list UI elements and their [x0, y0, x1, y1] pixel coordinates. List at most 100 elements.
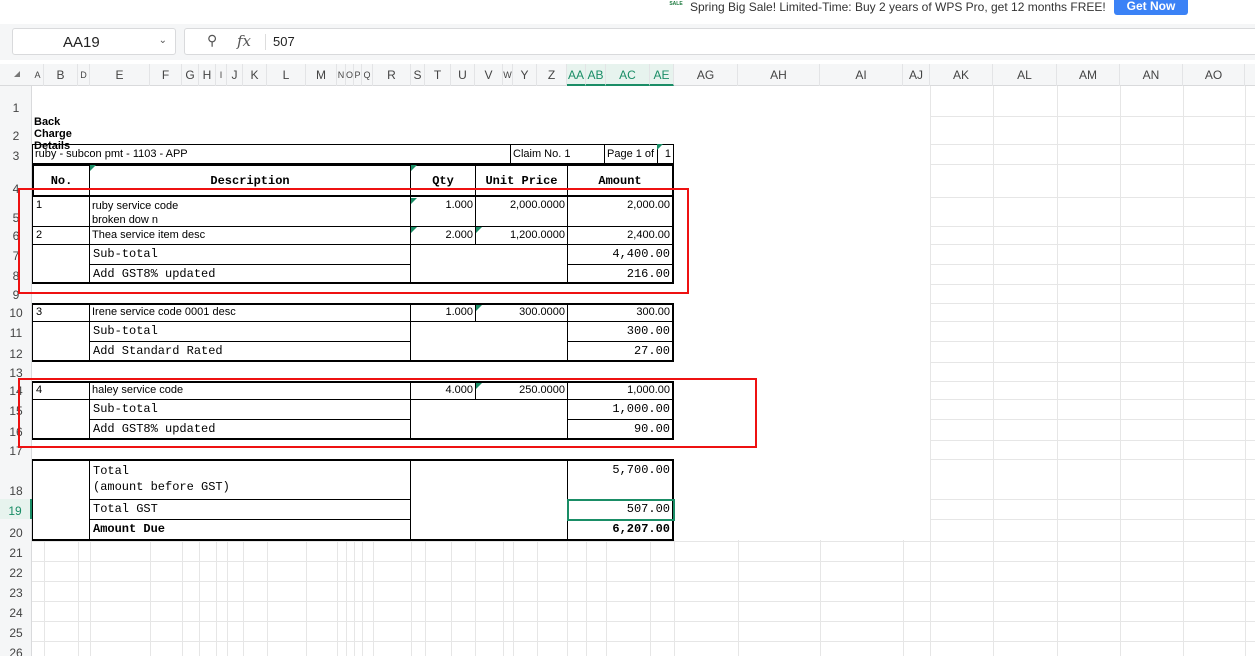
column-header-o[interactable]: O	[346, 64, 354, 86]
highlight-box	[18, 378, 757, 448]
row-header-1[interactable]: 1	[0, 86, 32, 116]
column-header-ab[interactable]: AB	[586, 64, 606, 86]
blank-cell[interactable]	[410, 321, 568, 362]
column-header-r[interactable]: R	[373, 64, 411, 86]
column-header-i[interactable]: I	[216, 64, 227, 86]
tax-amount[interactable]: 27.00	[567, 341, 674, 362]
column-header-f[interactable]: F	[150, 64, 182, 86]
fx-icon[interactable]: fx	[237, 32, 251, 50]
project-cell[interactable]: ruby - subcon pmt - 1103 - APP	[32, 144, 511, 164]
row-header-24[interactable]: 24	[0, 601, 32, 621]
column-gridline	[1057, 86, 1058, 656]
column-header-t[interactable]: T	[425, 64, 451, 86]
row-header-21[interactable]: 21	[0, 541, 32, 561]
promo-text: Spring Big Sale! Limited-Time: Buy 2 yea…	[690, 0, 1106, 14]
total-label-line2: (amount before GST)	[93, 480, 230, 494]
comment-marker	[411, 165, 417, 171]
active-cell-cursor[interactable]	[567, 499, 675, 521]
row-header-23[interactable]: 23	[0, 581, 32, 601]
tax-label[interactable]: Add Standard Rated	[89, 341, 411, 362]
column-header-ai[interactable]: AI	[820, 64, 903, 86]
column-header-ac[interactable]: AC	[606, 64, 650, 86]
column-header-l[interactable]: L	[267, 64, 306, 86]
row-header-11[interactable]: 11	[0, 321, 32, 341]
subtotal-label[interactable]: Sub-total	[89, 321, 411, 342]
column-header-s[interactable]: S	[411, 64, 425, 86]
column-header-ae[interactable]: AE	[650, 64, 674, 86]
column-gridline	[1120, 86, 1121, 656]
name-box[interactable]: AA19 ⌄	[12, 28, 176, 55]
column-gridline	[1183, 86, 1184, 656]
row-header-bar: 1 2 3 4 5 6 7 8 9 10 11 12 13 14 15 16 17 18 19 20 21 22 23 24 2…	[0, 86, 32, 656]
total-gst-label[interactable]: Total GST	[89, 499, 411, 520]
blank-cell[interactable]	[32, 321, 90, 362]
column-header-ah[interactable]: AH	[738, 64, 820, 86]
divider	[265, 34, 266, 50]
zoom-icon[interactable]: ⚲	[207, 32, 217, 49]
row-header-26[interactable]: 26	[0, 641, 32, 656]
item-description[interactable]: Irene service code 0001 desc	[89, 303, 411, 322]
column-header-q[interactable]: Q	[362, 64, 373, 86]
comment-marker	[90, 165, 96, 171]
row-header-20[interactable]: 20	[0, 519, 32, 541]
row-header-22[interactable]: 22	[0, 561, 32, 581]
formula-input-area[interactable]: ⚲ fx 507	[184, 28, 1255, 55]
column-header-am[interactable]: AM	[1057, 64, 1120, 86]
select-all-corner[interactable]	[0, 64, 32, 86]
column-header-v[interactable]: V	[475, 64, 503, 86]
column-header-ag[interactable]: AG	[674, 64, 738, 86]
column-gridline	[1245, 86, 1246, 656]
blank-cell[interactable]	[32, 459, 90, 541]
row-header-3[interactable]: 3	[0, 144, 32, 164]
column-header-z[interactable]: Z	[537, 64, 567, 86]
row-header-19[interactable]: 19	[0, 499, 32, 519]
item-amount[interactable]: 300.00	[567, 303, 674, 322]
column-header-w[interactable]: W	[503, 64, 513, 86]
column-header-aa[interactable]: AA	[567, 64, 586, 86]
amount-due-label[interactable]: Amount Due	[89, 519, 411, 541]
page-of-cell[interactable]: Page 1 of	[604, 144, 658, 164]
claim-no-cell[interactable]: Claim No. 1	[510, 144, 605, 164]
blank-cell[interactable]	[410, 459, 568, 541]
row-header-25[interactable]: 25	[0, 621, 32, 641]
column-header-h[interactable]: H	[199, 64, 216, 86]
total-label[interactable]: Total (amount before GST)	[89, 459, 411, 500]
total-amount[interactable]: 5,700.00	[567, 459, 674, 500]
column-header-b[interactable]: B	[44, 64, 78, 86]
amount-due[interactable]: 6,207.00	[567, 519, 674, 541]
column-header-j[interactable]: J	[227, 64, 243, 86]
subtotal-amount[interactable]: 300.00	[567, 321, 674, 342]
formula-value[interactable]: 507	[273, 34, 295, 49]
item-unit-price[interactable]: 300.0000	[475, 303, 568, 322]
column-header-k[interactable]: K	[243, 64, 267, 86]
column-header-p[interactable]: P	[354, 64, 362, 86]
comment-marker	[476, 305, 482, 311]
row-header-18[interactable]: 18	[0, 459, 32, 499]
row-header-10[interactable]: 10	[0, 303, 32, 321]
column-header-m[interactable]: M	[306, 64, 337, 86]
row-header-12[interactable]: 12	[0, 341, 32, 362]
column-header-ak[interactable]: AK	[930, 64, 993, 86]
column-header-u[interactable]: U	[451, 64, 475, 86]
cell-reference: AA19	[63, 34, 100, 51]
column-header-e[interactable]: E	[90, 64, 150, 86]
item-no[interactable]: 3	[32, 303, 90, 322]
row-header-2[interactable]: 2	[0, 116, 32, 144]
get-now-button[interactable]: Get Now	[1114, 0, 1188, 15]
column-header-d[interactable]: D	[78, 64, 90, 86]
column-header-a[interactable]: A	[32, 64, 44, 86]
column-header-g[interactable]: G	[182, 64, 199, 86]
promo-banner: SALE Spring Big Sale! Limited-Time: Buy …	[0, 0, 1255, 18]
column-header-an[interactable]: AN	[1120, 64, 1183, 86]
column-header-n[interactable]: N	[337, 64, 346, 86]
chevron-down-icon[interactable]: ⌄	[159, 35, 167, 46]
item-qty[interactable]: 1.000	[410, 303, 476, 322]
column-header-bar: A B D E F G H I J K L M N O P Q R S T U V W Y Z AA AB AC AE AG AH AI AJ…	[0, 64, 1255, 86]
column-gridline	[993, 86, 994, 656]
column-header-al[interactable]: AL	[993, 64, 1057, 86]
sale-badge-icon: SALE	[669, 1, 683, 7]
highlight-box	[18, 188, 689, 294]
column-header-ao[interactable]: AO	[1183, 64, 1245, 86]
column-header-aj[interactable]: AJ	[903, 64, 930, 86]
column-header-y[interactable]: Y	[513, 64, 537, 86]
